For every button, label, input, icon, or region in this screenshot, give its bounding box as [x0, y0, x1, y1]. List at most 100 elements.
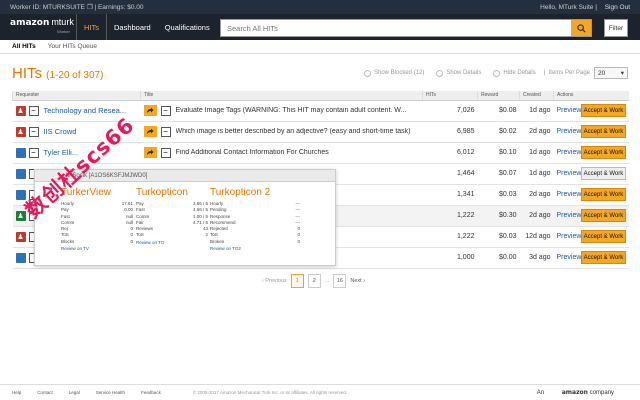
footer-contact[interactable]: Contact: [37, 390, 53, 395]
turkopticon2-panel: Turkopticon 2 Hourly --- Pending --- Respons…: [210, 187, 300, 251]
block-hit-icon[interactable]: −: [160, 105, 171, 116]
show-blocked-toggle[interactable]: Show Blocked (12): [364, 69, 424, 77]
accept-work-button[interactable]: Accept & Work: [581, 251, 626, 264]
filter-button[interactable]: Filter: [604, 19, 628, 37]
hit-title[interactable]: Evaluate Image Tags (WARNING: This HIT m…: [176, 107, 407, 114]
sign-out-link[interactable]: Sign Out: [605, 4, 630, 11]
qualification-icon[interactable]: 👤: [15, 147, 26, 158]
search-box: [220, 19, 592, 37]
title-row: HITs (1-20 of 307) Show Blocked (12) Sho…: [12, 64, 628, 82]
page-1[interactable]: 1: [290, 274, 304, 288]
page-title: HITs (1-20 of 307): [12, 64, 104, 82]
qualification-icon[interactable]: 👤: [15, 168, 26, 179]
share-arrow-icon[interactable]: [143, 126, 157, 137]
requester-link[interactable]: IIS Crowd: [44, 127, 77, 136]
footer-legal[interactable]: Legal: [69, 390, 80, 395]
turkopticon-title: Turkopticon: [136, 187, 188, 198]
qualification-icon[interactable]: ♟: [15, 105, 26, 116]
block-requester-icon[interactable]: −: [28, 105, 39, 116]
share-arrow-icon[interactable]: [143, 147, 157, 158]
hide-details-toggle[interactable]: Hide Details: [493, 69, 536, 77]
qualification-icon[interactable]: ♟: [15, 231, 26, 242]
accept-work-button[interactable]: Accept & Work: [581, 146, 626, 159]
turkopticon-panel: Turkopticon Pay 3.66 / 5 Fast 4.66 / 5 Comm 1…: [136, 187, 208, 245]
stat-label: ToS: [136, 232, 144, 238]
prev-page[interactable]: ‹ Previous: [262, 278, 287, 284]
stat-row: Blocks 0: [61, 239, 133, 245]
review-to-link[interactable]: Review on TO: [136, 240, 208, 245]
toggle-icon: [436, 69, 444, 77]
preview-link[interactable]: Preview: [557, 233, 582, 240]
stat-value: 0: [297, 238, 300, 244]
accept-work-button[interactable]: Accept & Work: [581, 104, 626, 117]
nav-dashboard[interactable]: Dashboard: [107, 14, 158, 40]
accept-work-button[interactable]: Accept & Work: [581, 167, 626, 180]
preview-link[interactable]: Preview: [557, 170, 582, 177]
reward-cell: $0.03: [477, 226, 520, 248]
search-button[interactable]: [571, 20, 591, 36]
page-16[interactable]: 16: [333, 274, 347, 288]
preview-link[interactable]: Preview: [557, 254, 582, 261]
block-requester-icon[interactable]: −: [28, 126, 39, 137]
items-per-page: | Items Per Page 20 ▾: [544, 67, 628, 79]
review-to2-link[interactable]: Review on TO2: [210, 246, 300, 251]
qualification-icon[interactable]: ♟: [15, 126, 26, 137]
accept-work-button[interactable]: Accept & Work: [581, 125, 626, 138]
hit-title[interactable]: Find Additional Contact Information For …: [176, 149, 329, 156]
search-icon: [576, 23, 586, 33]
earnings[interactable]: Earnings: $0.00: [98, 4, 144, 11]
footer-service-health[interactable]: Service Health: [96, 390, 125, 395]
nav-hits[interactable]: HITs: [76, 14, 107, 40]
hit-title[interactable]: Which image is better described by an ad…: [176, 128, 411, 135]
worker-id: Worker ID: MTURKSUITE: [10, 4, 85, 11]
col-hits[interactable]: HITs: [422, 91, 478, 101]
accept-work-button[interactable]: Accept & Work: [581, 209, 626, 222]
col-requester[interactable]: Requester: [12, 91, 141, 101]
per-page-select[interactable]: 20 ▾: [594, 67, 628, 79]
block-hit-icon[interactable]: −: [160, 126, 171, 137]
reward-cell: $0.02: [477, 121, 520, 143]
tab-hits-queue[interactable]: Your HITs Queue: [48, 43, 97, 50]
col-created[interactable]: Created: [519, 91, 554, 101]
share-arrow-icon[interactable]: [143, 105, 157, 116]
block-requester-icon[interactable]: −: [28, 147, 39, 158]
footer-feedback[interactable]: Feedback: [141, 390, 161, 395]
accept-work-button[interactable]: Accept & Work: [581, 230, 626, 243]
preview-link[interactable]: Preview: [557, 191, 582, 198]
hit-count-cell: 6,985: [422, 121, 478, 143]
page-2[interactable]: 2: [307, 274, 321, 288]
table-header: Requester Title HITs Reward Created Acti…: [12, 91, 629, 101]
col-title[interactable]: Title: [140, 91, 423, 101]
show-details-toggle[interactable]: Show Details: [436, 69, 481, 77]
col-reward[interactable]: Reward: [477, 91, 520, 101]
turkerview-panel: TurkerView Hourly 17.61 Pay 0.00 Fast null Com…: [61, 187, 133, 251]
footer-help[interactable]: Help: [12, 390, 21, 395]
qualification-icon[interactable]: ♟: [15, 210, 26, 221]
page-ellipsis: ...: [324, 278, 330, 284]
reward-cell: $0.07: [477, 163, 520, 185]
mturk-logo[interactable]: amazon mturk Worker: [10, 18, 76, 36]
block-hit-icon[interactable]: −: [160, 147, 171, 158]
qualification-icon[interactable]: 👤: [15, 252, 26, 263]
created-cell: 1d ago: [519, 142, 554, 164]
pagination: ‹ Previous 1 2 ... 16 Next ›: [262, 274, 365, 288]
preview-link[interactable]: Preview: [557, 149, 582, 156]
stat-row: Broken 0: [210, 239, 300, 245]
requester-link[interactable]: Technology and Resea...: [44, 106, 127, 115]
tab-all-hits[interactable]: All HITs: [12, 43, 36, 50]
accept-work-button[interactable]: Accept & Work: [581, 188, 626, 201]
table-row: ♟ − Technology and Resea... − Evaluate I…: [12, 100, 629, 122]
preview-link[interactable]: Preview: [557, 212, 582, 219]
preview-link[interactable]: Preview: [557, 107, 582, 114]
review-tv-link[interactable]: Review on TV: [61, 246, 133, 251]
copy-icon[interactable]: ❐: [87, 4, 93, 11]
hit-count-cell: 1,222: [422, 226, 478, 248]
search-input[interactable]: [221, 20, 571, 36]
next-page[interactable]: Next ›: [350, 278, 365, 284]
created-cell: 1d ago: [519, 163, 554, 185]
preview-link[interactable]: Preview: [557, 128, 582, 135]
nav-qualifications[interactable]: Qualifications: [158, 14, 217, 40]
stat-value: 2: [205, 232, 208, 238]
reward-cell: $0.00: [477, 247, 520, 269]
turkopticon2-title: Turkopticon 2: [210, 187, 271, 198]
